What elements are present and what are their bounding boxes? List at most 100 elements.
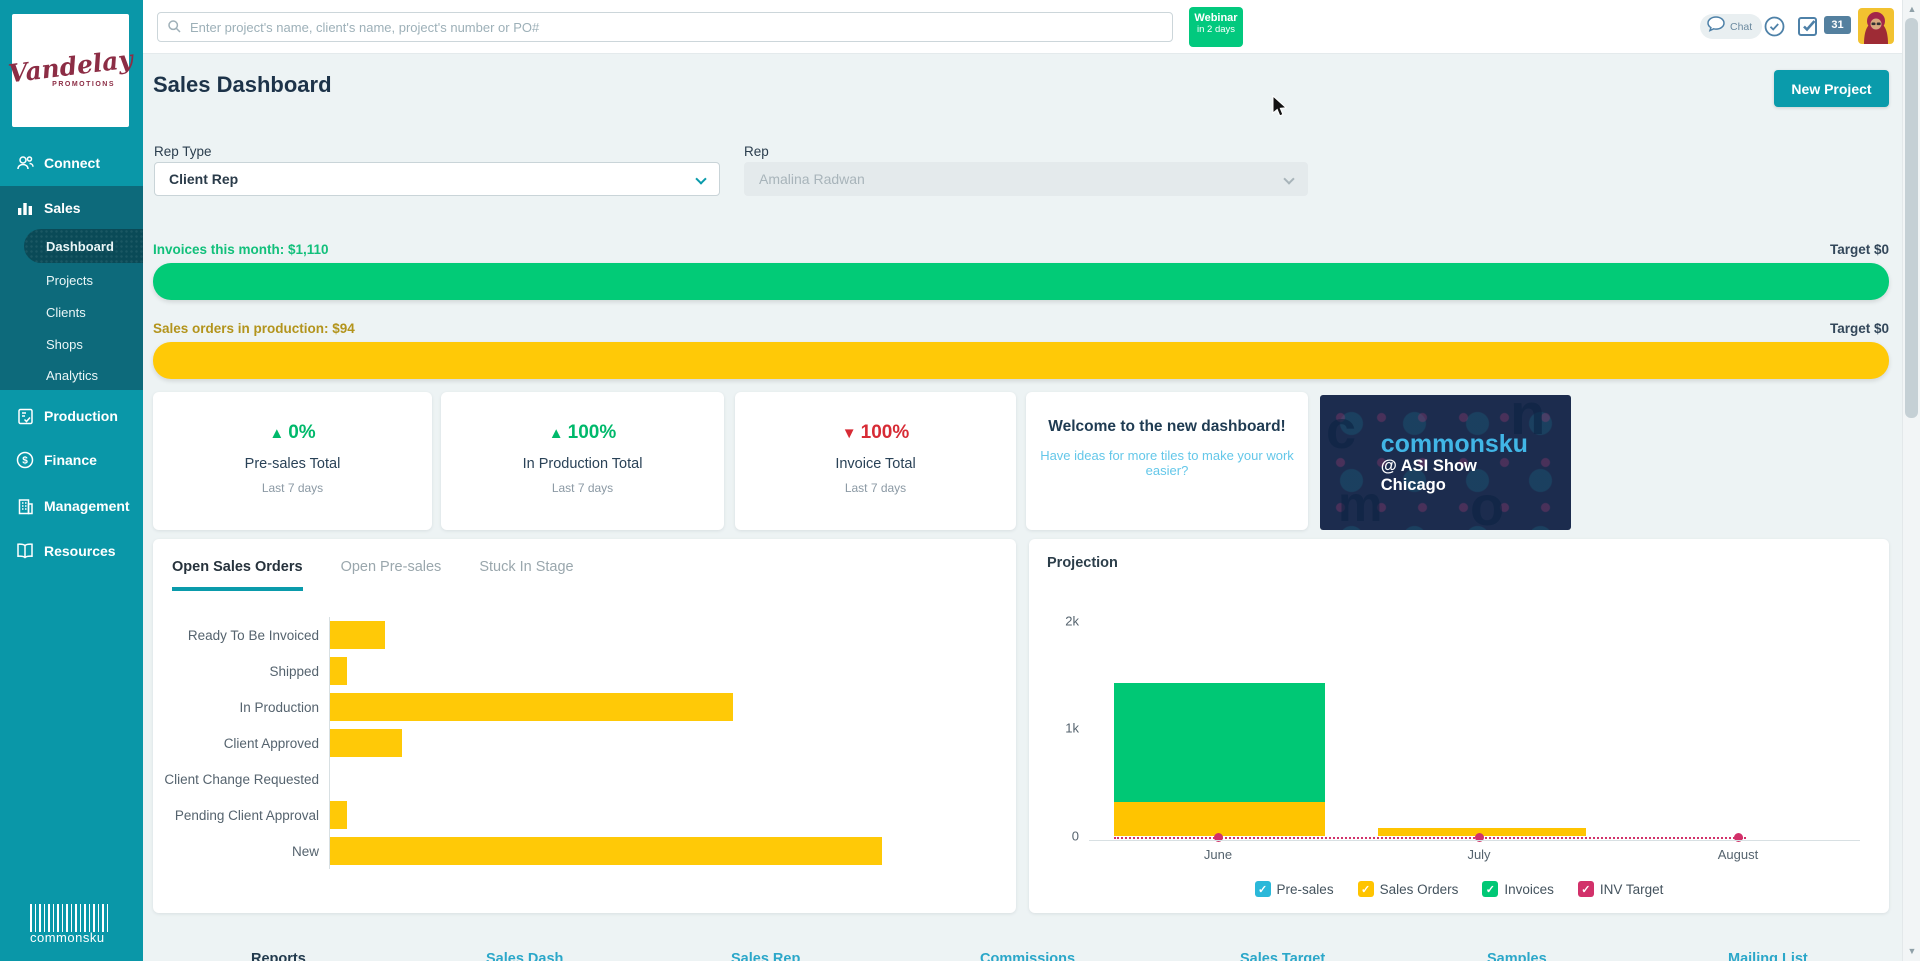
stat-card-in-production[interactable]: ▲100% In Production Total Last 7 days — [441, 392, 724, 530]
sidebar-item-projects[interactable]: Projects — [0, 264, 143, 296]
commonsku-logo[interactable]: commonsku — [30, 904, 110, 945]
scroll-down-icon[interactable]: ▼ — [1903, 946, 1920, 956]
sidebar-item-analytics[interactable]: Analytics — [0, 359, 143, 391]
bar-track — [329, 689, 1016, 725]
category-label: Client Approved — [153, 736, 329, 751]
bar-in-production[interactable] — [330, 693, 733, 721]
scrollbar-thumb[interactable] — [1905, 18, 1918, 418]
sidebar-item-shops[interactable]: Shops — [0, 328, 143, 360]
chevron-down-icon — [695, 173, 706, 184]
orders-tabs: Open Sales Orders Open Pre-sales Stuck I… — [172, 559, 574, 591]
segment-invoices[interactable] — [1114, 683, 1325, 802]
projection-title: Projection — [1047, 555, 1118, 571]
checkbox-checked-icon[interactable]: ✓ — [1578, 881, 1594, 897]
tab-stuck-in-stage[interactable]: Stuck In Stage — [479, 559, 573, 591]
bar-pending-client-approval[interactable] — [330, 801, 347, 829]
webinar-title: Webinar — [1189, 12, 1243, 24]
footer-link-samples[interactable]: Samples — [1487, 951, 1547, 961]
bar-track — [329, 797, 1016, 833]
segment-sales-orders[interactable] — [1114, 802, 1325, 836]
page-title: Sales Dashboard — [153, 72, 332, 98]
stacked-bar-june[interactable] — [1114, 683, 1325, 836]
checkbox-checked-icon[interactable]: ✓ — [1255, 881, 1271, 897]
sidebar-item-connect[interactable]: Connect — [0, 145, 143, 181]
sidebar-item-resources[interactable]: Resources — [0, 533, 143, 569]
bar-chart-icon — [15, 198, 35, 218]
legend-label: Invoices — [1504, 882, 1554, 897]
barcode-graphic — [30, 904, 108, 932]
legend-inv-target[interactable]: ✓ INV Target — [1578, 881, 1664, 897]
footer-link-mailing-list[interactable]: Mailing List — [1728, 951, 1808, 961]
footer-link-sales-rep[interactable]: Sales Rep — [731, 951, 800, 961]
welcome-title: Welcome to the new dashboard! — [1026, 418, 1308, 436]
footer-link-sales-dash[interactable]: Sales Dash — [486, 951, 563, 961]
sales-orders-progress-bar[interactable] — [153, 342, 1889, 379]
rep-type-select[interactable]: Client Rep — [154, 162, 720, 196]
bar-new[interactable] — [330, 837, 882, 865]
scroll-up-icon[interactable]: ▲ — [1903, 4, 1920, 14]
legend-label: Pre-sales — [1277, 882, 1334, 897]
sidebar-item-management[interactable]: Management — [0, 488, 143, 524]
trend-value: ▲100% — [441, 422, 724, 444]
sidebar-item-clients[interactable]: Clients — [0, 296, 143, 328]
search-input[interactable] — [157, 12, 1173, 42]
sidebar-item-label: Connect — [44, 155, 100, 171]
tab-open-sales-orders[interactable]: Open Sales Orders — [172, 559, 303, 591]
invoices-progress-bar[interactable] — [153, 263, 1889, 300]
x-tick-july: July — [1467, 847, 1490, 862]
sales-dashboard-screen: Vandelay PROMOTIONS Connect Sales — [0, 0, 1920, 961]
invoices-month-label: Invoices this month: $1,110 — [153, 242, 329, 257]
footer-link-sales-target[interactable]: Sales Target — [1240, 951, 1325, 961]
search-icon — [167, 19, 182, 39]
bar-client-approved[interactable] — [330, 729, 402, 757]
notification-count-badge[interactable]: 31 — [1824, 16, 1851, 34]
checkbox-checked-icon[interactable]: ✓ — [1482, 881, 1498, 897]
sidebar-subitem-label: Clients — [46, 305, 86, 320]
stat-card-title: Pre-sales Total — [153, 456, 432, 472]
sidebar-item-label: Finance — [44, 452, 97, 468]
feedback-link[interactable]: Have ideas for more tiles to make your w… — [1026, 448, 1308, 478]
vertical-scrollbar[interactable]: ▲ ▼ — [1902, 0, 1920, 961]
banner-pattern-letter: m — [1338, 475, 1382, 530]
chart-row: Client Change Requested — [153, 761, 1016, 797]
webinar-badge[interactable]: Webinar in 2 days — [1189, 7, 1243, 47]
footer-link-reports[interactable]: Reports — [251, 951, 306, 961]
category-label: Ready To Be Invoiced — [153, 628, 329, 643]
legend-pre-sales[interactable]: ✓ Pre-sales — [1255, 881, 1334, 897]
sales-orders-target-label: Target $0 — [1830, 321, 1889, 336]
check-circle-icon[interactable] — [1763, 15, 1786, 43]
sidebar-item-dashboard[interactable]: Dashboard — [24, 229, 143, 263]
trend-percent: 0% — [288, 422, 315, 443]
legend-sales-orders[interactable]: ✓ Sales Orders — [1358, 881, 1459, 897]
checkbox-checked-icon[interactable]: ✓ — [1358, 881, 1374, 897]
new-project-button[interactable]: New Project — [1774, 70, 1889, 107]
sidebar: Vandelay PROMOTIONS Connect Sales — [0, 0, 143, 961]
webinar-countdown: in 2 days — [1189, 24, 1243, 35]
bar-ready-to-be-invoiced[interactable] — [330, 621, 385, 649]
projection-panel: Projection 2k 1k 0 June July — [1029, 539, 1889, 913]
stat-card-invoice[interactable]: ▼100% Invoice Total Last 7 days — [735, 392, 1016, 530]
sidebar-sales-group: Sales Dashboard Projects Clients Shops A… — [0, 186, 143, 390]
sidebar-item-sales[interactable]: Sales — [0, 190, 143, 226]
tasks-checkbox-icon[interactable] — [1796, 15, 1819, 43]
invoices-target-label: Target $0 — [1830, 242, 1889, 257]
book-icon — [15, 541, 35, 561]
sidebar-item-finance[interactable]: $ Finance — [0, 442, 143, 478]
rep-select[interactable]: Amalina Radwan — [744, 162, 1308, 196]
stat-card-presales[interactable]: ▲0% Pre-sales Total Last 7 days — [153, 392, 432, 530]
legend-invoices[interactable]: ✓ Invoices — [1482, 881, 1554, 897]
bar-shipped[interactable] — [330, 657, 347, 685]
banner-event: @ ASI Show Chicago — [1381, 457, 1528, 495]
stat-card-title: Invoice Total — [735, 456, 1016, 472]
sidebar-subitem-label: Projects — [46, 273, 93, 288]
tab-open-pre-sales[interactable]: Open Pre-sales — [341, 559, 442, 591]
chat-button[interactable]: Chat — [1700, 14, 1762, 39]
commonsku-event-banner[interactable]: c n o m commonsku @ ASI Show Chicago — [1320, 395, 1571, 530]
x-tick-june: June — [1204, 847, 1232, 862]
sidebar-item-production[interactable]: Production — [0, 398, 143, 434]
up-arrow-icon: ▲ — [269, 425, 284, 442]
user-avatar[interactable] — [1858, 8, 1894, 44]
company-logo[interactable]: Vandelay PROMOTIONS — [12, 14, 129, 127]
sidebar-item-label: Production — [44, 408, 118, 424]
footer-link-commissions[interactable]: Commissions — [980, 951, 1075, 961]
